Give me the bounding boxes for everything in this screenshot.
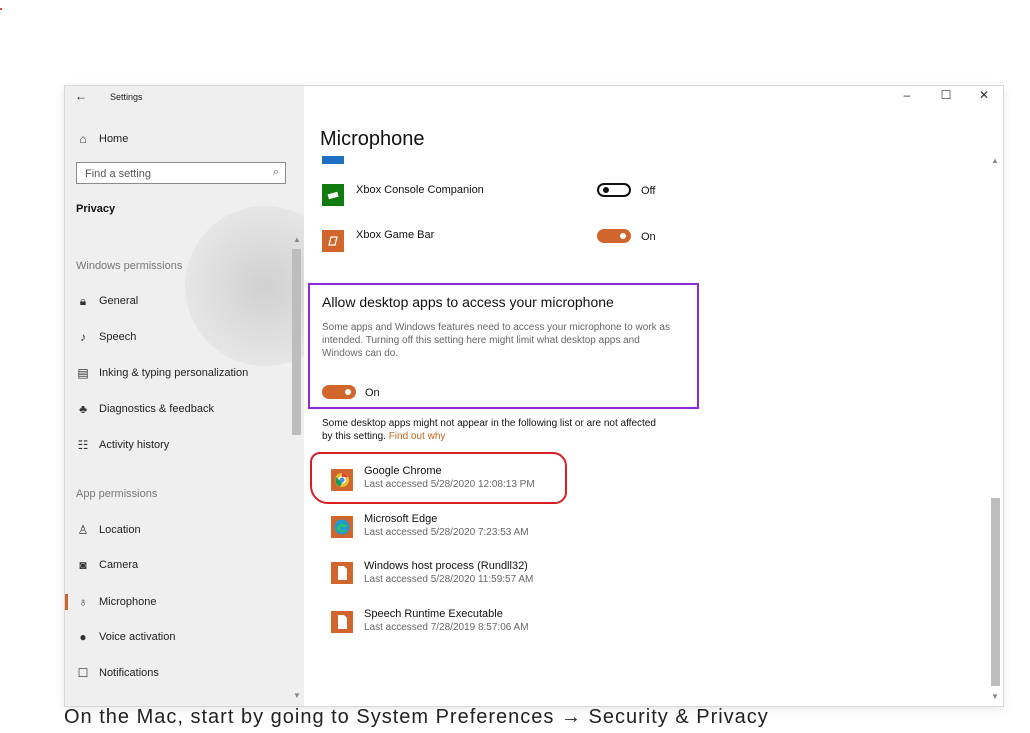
- note-text: Some desktop apps might not appear in th…: [322, 418, 656, 442]
- scroll-up-icon[interactable]: ▲: [293, 235, 301, 244]
- sidebar-item-camera[interactable]: ◙ Camera: [65, 552, 290, 578]
- maximize-button[interactable]: ☐: [929, 88, 963, 102]
- app-name: Google Chrome: [364, 465, 442, 477]
- sidebar-item-label: Notifications: [99, 667, 159, 679]
- sidebar-item-label: Microphone: [99, 596, 157, 608]
- app-name: Xbox Game Bar: [356, 229, 435, 241]
- page-title: Microphone: [320, 128, 425, 150]
- home-icon: ⌂: [79, 132, 87, 146]
- voice-icon: ●: [79, 630, 87, 644]
- toggle-state-label: Off: [641, 185, 656, 197]
- sidebar-item-label: Home: [99, 133, 129, 145]
- last-accessed: Last accessed 5/28/2020 12:08:13 PM: [364, 479, 535, 490]
- sidebar-item-speech[interactable]: ♪ Speech: [65, 324, 290, 350]
- speech-icon: ♪: [80, 330, 86, 344]
- last-accessed: Last accessed 5/28/2020 11:59:57 AM: [364, 574, 534, 585]
- last-accessed: Last accessed 7/28/2019 8:57:06 AM: [364, 622, 529, 633]
- content-scrollbar[interactable]: ▲ ▼: [988, 156, 1002, 706]
- back-arrow-icon[interactable]: ←: [75, 89, 87, 103]
- windows-permissions-header: Windows permissions: [76, 260, 183, 272]
- app-name: Microsoft Edge: [364, 513, 438, 525]
- desktop-apps-heading: Allow desktop apps to access your microp…: [322, 294, 614, 310]
- sidebar-scroll-thumb[interactable]: [292, 249, 301, 435]
- sidebar-item-notifications[interactable]: ☐ Notifications: [65, 660, 290, 686]
- sidebar-item-label: Diagnostics & feedback: [99, 403, 214, 415]
- xbox-console-toggle[interactable]: [597, 183, 631, 197]
- sidebar-scrollbar[interactable]: ▲ ▼: [290, 233, 304, 706]
- timeline-icon: ☷: [77, 438, 89, 452]
- feedback-icon: ♣: [79, 402, 87, 416]
- file-icon: [331, 562, 353, 584]
- sidebar-item-label: Location: [99, 524, 141, 536]
- search-input[interactable]: Find a setting ⌕: [76, 162, 286, 184]
- sidebar-item-microphone[interactable]: ♁ Microphone: [65, 589, 290, 615]
- microphone-icon: ♁: [78, 595, 88, 609]
- scroll-up-icon[interactable]: ▲: [991, 156, 999, 165]
- app-tile-partial: [322, 156, 344, 164]
- screenshot-page: ← Settings ⌂ Home Find a setting ⌕ Priva…: [0, 0, 1030, 733]
- desktop-apps-description: Some apps and Windows features need to a…: [322, 322, 670, 359]
- sidebar-item-activity-history[interactable]: ☷ Activity history: [65, 432, 290, 458]
- section-title-privacy: Privacy: [76, 203, 116, 215]
- search-icon: ⌕: [272, 166, 279, 178]
- search-placeholder: Find a setting: [85, 168, 152, 180]
- app-name: Xbox Console Companion: [356, 184, 484, 196]
- sidebar-item-location[interactable]: ♙ Location: [65, 517, 290, 543]
- last-accessed: Last accessed 5/28/2020 7:23:53 AM: [364, 527, 529, 538]
- camera-icon: ◙: [79, 558, 87, 572]
- settings-window: ← Settings ⌂ Home Find a setting ⌕ Priva…: [65, 86, 1003, 706]
- content-pane: – ☐ ✕ Microphone Xbox Console Companion …: [304, 86, 1003, 706]
- sidebar-item-voice-activation[interactable]: ● Voice activation: [65, 624, 290, 650]
- sidebar-item-general[interactable]: 🔒︎ General: [65, 288, 290, 314]
- sidebar-item-diagnostics[interactable]: ♣ Diagnostics & feedback: [65, 396, 290, 422]
- location-icon: ♙: [77, 523, 89, 537]
- desktop-apps-note: Some desktop apps might not appear in th…: [322, 417, 662, 443]
- caption-text: On the Mac, start by going to System Pre…: [64, 706, 769, 728]
- xbox-console-icon: [322, 184, 344, 206]
- lock-icon: 🔒︎: [79, 294, 87, 308]
- toggle-state-label: On: [641, 231, 656, 243]
- xbox-game-bar-toggle[interactable]: [597, 229, 631, 243]
- clipboard-icon: ▤: [77, 366, 89, 380]
- desktop-apps-toggle[interactable]: [322, 385, 356, 399]
- sidebar: ← Settings ⌂ Home Find a setting ⌕ Priva…: [65, 86, 304, 706]
- active-indicator: [65, 594, 68, 610]
- sidebar-item-label: General: [99, 295, 139, 307]
- app-name: Windows host process (Rundll32): [364, 560, 528, 572]
- app-name: Speech Runtime Executable: [364, 608, 503, 620]
- sidebar-item-label: Voice activation: [99, 631, 176, 643]
- chrome-icon: [331, 469, 353, 491]
- xbox-game-bar-icon: [322, 230, 344, 252]
- sidebar-item-label: Speech: [99, 331, 137, 343]
- marker-dot: [0, 8, 2, 10]
- window-title: Settings: [110, 92, 143, 102]
- content-scroll-thumb[interactable]: [991, 498, 1000, 686]
- sidebar-item-label: Activity history: [99, 439, 170, 451]
- sidebar-item-inking[interactable]: ▤ Inking & typing personalization: [65, 360, 290, 386]
- sidebar-item-label: Inking & typing personalization: [99, 367, 249, 379]
- file-icon: [331, 611, 353, 633]
- toggle-state-label: On: [365, 387, 380, 399]
- scroll-down-icon[interactable]: ▼: [991, 692, 999, 701]
- sidebar-item-label: Camera: [99, 559, 139, 571]
- edge-icon: [331, 516, 353, 538]
- notification-icon: ☐: [77, 666, 89, 680]
- find-out-why-link[interactable]: Find out why: [389, 431, 446, 442]
- sidebar-item-home[interactable]: ⌂ Home: [65, 126, 290, 152]
- scroll-down-icon[interactable]: ▼: [293, 691, 301, 700]
- minimize-button[interactable]: –: [890, 88, 924, 102]
- app-permissions-header: App permissions: [76, 488, 158, 500]
- close-button[interactable]: ✕: [967, 88, 1001, 102]
